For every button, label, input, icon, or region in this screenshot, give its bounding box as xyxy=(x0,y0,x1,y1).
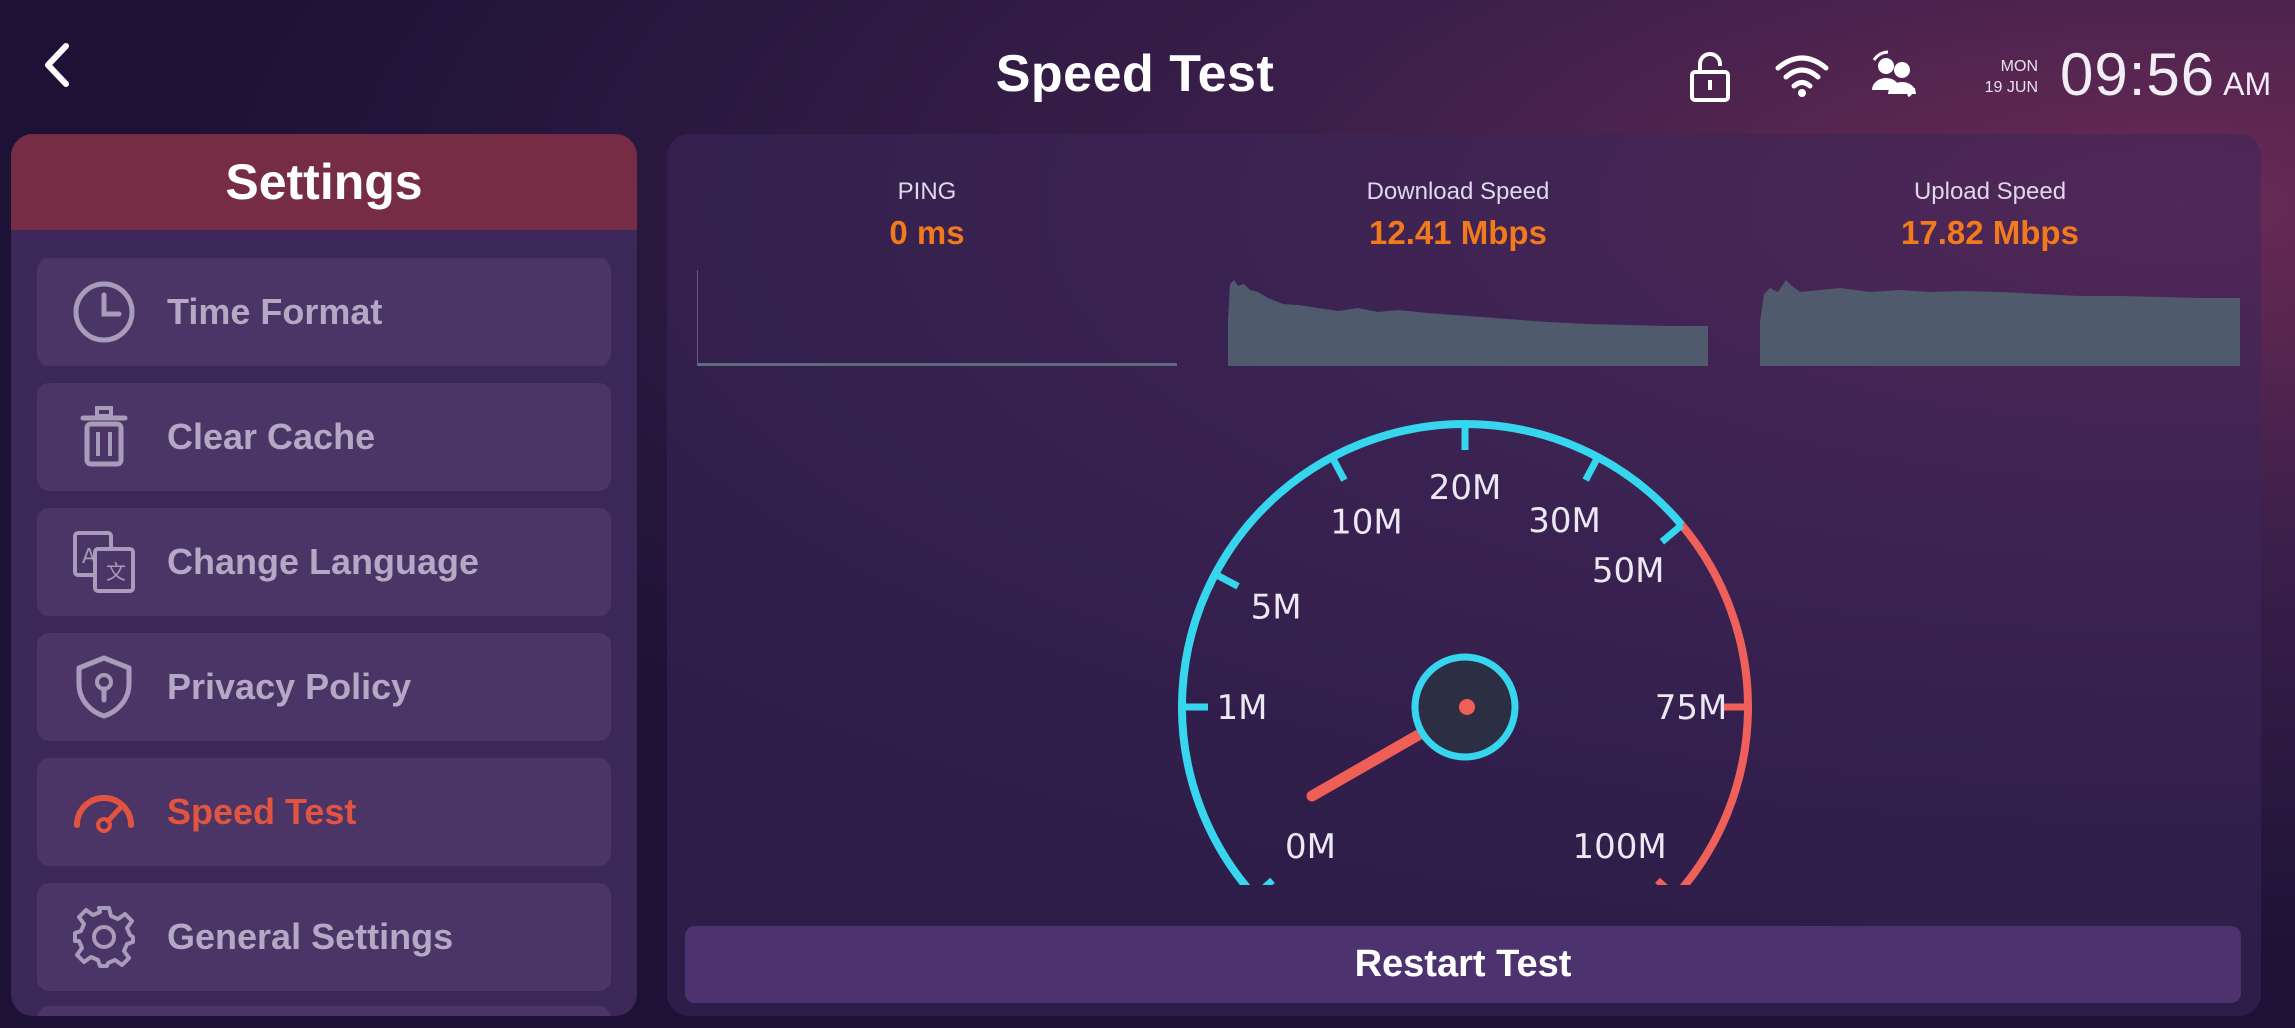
gauge-tick xyxy=(1213,571,1240,590)
clock-ampm: AM xyxy=(2223,66,2272,102)
shield-keyhole-icon xyxy=(71,654,137,720)
gauge-label: 75M xyxy=(1655,688,1728,728)
sidebar-item-general-settings[interactable]: General Settings xyxy=(37,883,611,991)
gauge-tick xyxy=(1659,522,1685,545)
speed-gauge: 0M 1M 5M 10M 20M 30M 50M 75M 100M xyxy=(1178,420,1752,885)
sidebar-item-label: Time Format xyxy=(167,291,383,332)
date-date: 19 JUN xyxy=(1984,79,2038,96)
wifi-icon[interactable] xyxy=(1774,48,1830,104)
gauge-label: 100M xyxy=(1572,827,1666,867)
translate-icon: A文 xyxy=(71,529,137,595)
svg-text:A: A xyxy=(82,544,96,568)
sidebar-item-privacy-policy[interactable]: Privacy Policy xyxy=(37,633,611,741)
ping-value: 0 ms xyxy=(889,214,965,251)
gear-icon xyxy=(71,904,137,970)
upload-metric: Upload Speed 17.82 Mbps xyxy=(1750,178,2230,252)
date-display: MON 19 JUN xyxy=(1970,56,2038,98)
clock-icon xyxy=(71,279,137,345)
ping-label: PING xyxy=(897,178,957,205)
sidebar-item-time-format[interactable]: Time Format xyxy=(37,258,611,366)
download-label: Download Speed xyxy=(1366,178,1550,205)
sidebar-item-speed-test[interactable]: Speed Test xyxy=(37,758,611,866)
sidebar-item-label: Clear Cache xyxy=(167,416,376,457)
download-metric: Download Speed 12.41 Mbps xyxy=(1218,178,1698,252)
sidebar-item-label: Change Language xyxy=(167,541,480,582)
speedometer-icon xyxy=(71,779,137,845)
upload-label: Upload Speed xyxy=(1913,178,2067,205)
clock-time: 09:56 xyxy=(2060,41,2216,108)
restart-test-button[interactable]: Restart Test xyxy=(685,926,2241,1003)
gauge-tick xyxy=(1262,877,1275,885)
clock: 09:56 AM xyxy=(2060,40,2271,109)
gauge-label: 10M xyxy=(1330,503,1403,543)
gauge-label: 0M xyxy=(1285,827,1336,867)
ping-sparkline xyxy=(697,270,1177,366)
gauge-tick xyxy=(1329,455,1348,482)
gauge-tick xyxy=(1582,455,1601,482)
gauge-label: 5M xyxy=(1251,588,1302,628)
svg-text:文: 文 xyxy=(106,560,126,584)
sidebar-item-clear-cache[interactable]: Clear Cache xyxy=(37,383,611,491)
gauge-tick xyxy=(1655,877,1668,885)
trash-icon xyxy=(71,404,137,470)
date-day: MON xyxy=(2000,58,2038,75)
needle-cap xyxy=(1459,699,1475,715)
ping-metric: PING 0 ms xyxy=(687,178,1167,252)
upload-sparkline xyxy=(1760,280,2240,366)
download-sparkline xyxy=(1228,280,1708,366)
gauge-label: 20M xyxy=(1429,468,1502,508)
lock-icon[interactable] xyxy=(1682,48,1738,104)
sidebar-item-label: Privacy Policy xyxy=(167,666,412,707)
upload-value: 17.82 Mbps xyxy=(1901,214,2079,251)
sidebar-title: Settings xyxy=(11,134,637,230)
sidebar-item-change-language[interactable]: A文 Change Language xyxy=(37,508,611,616)
gauge-label: 1M xyxy=(1217,688,1268,728)
sidebar-item-partial[interactable] xyxy=(37,1006,611,1016)
page-title: Speed Test xyxy=(995,45,1275,103)
download-value: 12.41 Mbps xyxy=(1369,214,1547,251)
gauge-label: 30M xyxy=(1528,501,1601,541)
sidebar-item-label: Speed Test xyxy=(167,791,357,832)
users-sync-icon[interactable] xyxy=(1866,48,1922,104)
settings-sidebar: Settings Time Format Clear Cache A文 Chan… xyxy=(11,134,637,1016)
gauge-label: 50M xyxy=(1592,551,1665,591)
sidebar-item-label: General Settings xyxy=(167,916,454,957)
